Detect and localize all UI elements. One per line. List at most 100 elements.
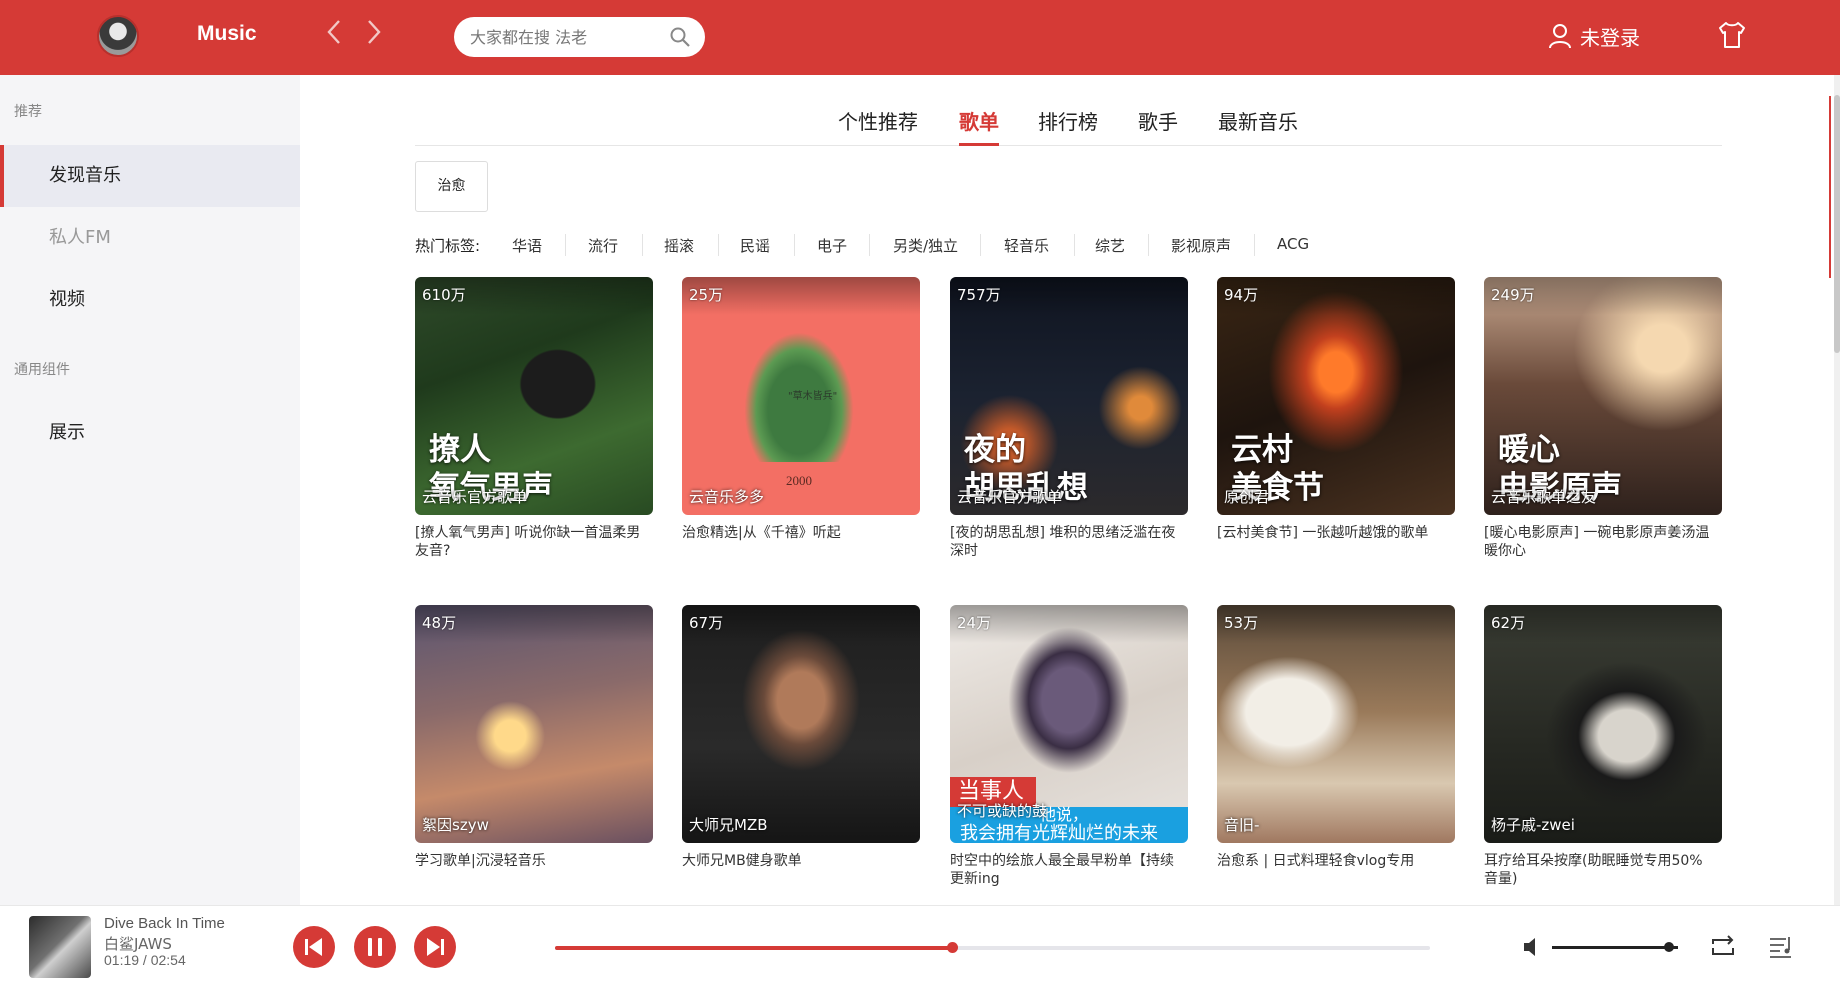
tab-bar: 个性推荐 歌单 排行榜 歌手 最新音乐	[415, 100, 1722, 146]
playlist-cover[interactable]: 当事人 他说， 我会拥有光辉灿烂的未来 24万 不可或缺的鼓	[950, 605, 1188, 843]
search-box	[454, 17, 705, 57]
playlist-card[interactable]: 249万 暖心 电影原声 云音乐歌单之友 [暖心电影原声] 一碗电影原声姜汤温暖…	[1484, 277, 1722, 560]
volume-icon[interactable]	[1521, 935, 1543, 959]
search-input[interactable]	[470, 25, 660, 49]
playlist-cover[interactable]: 67万 大师兄MZB	[682, 605, 920, 843]
back-arrow-icon[interactable]	[320, 18, 348, 54]
playlist-card[interactable]: 48万 絮因szyw 学习歌单|沉浸轻音乐	[415, 605, 653, 870]
progress-handle[interactable]	[947, 942, 959, 953]
playlist-title[interactable]: [夜的胡思乱想] 堆积的思绪泛滥在夜深时	[950, 524, 1182, 560]
shirt-icon[interactable]	[1717, 20, 1747, 50]
search-icon[interactable]	[669, 26, 691, 48]
active-tab-indicator	[959, 143, 999, 146]
play-count: 249万	[1491, 286, 1535, 304]
tag-indie[interactable]: 另类/独立	[893, 235, 958, 256]
scrollbar-thumb[interactable]	[1834, 95, 1840, 353]
play-count: 53万	[1224, 614, 1259, 632]
progress-bar[interactable]	[555, 942, 1430, 953]
tag-soundtrack[interactable]: 影视原声	[1171, 235, 1231, 256]
cover-art-text: "草木皆兵"	[788, 391, 838, 402]
play-count: 610万	[422, 286, 466, 304]
playlist-creator: 不可或缺的鼓	[957, 802, 1048, 820]
playlist-title[interactable]: [暖心电影原声] 一碗电影原声姜汤温暖你心	[1484, 524, 1716, 560]
tab-artists[interactable]: 歌手	[1138, 106, 1178, 135]
tag-divider	[794, 234, 795, 256]
playlist-card[interactable]: 53万 音旧- 治愈系 | 日式料理轻食vlog专用	[1217, 605, 1455, 870]
playlist-card[interactable]: "草木皆兵" 2000 25万 云音乐多多 治愈精选|从《千禧》听起	[682, 277, 920, 542]
next-button[interactable]	[414, 926, 456, 968]
playlist-cover[interactable]: 62万 杨子戚-zwei	[1484, 605, 1722, 843]
sidebar-item-showcase[interactable]: 展示	[0, 402, 300, 464]
playlist-card[interactable]: 610万 撩人 氧气男声 云音乐官方歌单 [撩人氧气男声] 听说你缺一首温柔男友…	[415, 277, 653, 560]
playlist-title[interactable]: 治愈系 | 日式料理轻食vlog专用	[1217, 852, 1449, 870]
avatar[interactable]	[97, 15, 139, 57]
now-playing-cover[interactable]	[29, 916, 91, 978]
prev-icon	[305, 938, 322, 956]
playlist-title[interactable]: 学习歌单|沉浸轻音乐	[415, 852, 647, 870]
playlist-cover[interactable]: 249万 暖心 电影原声 云音乐歌单之友	[1484, 277, 1722, 515]
tag-folk[interactable]: 民谣	[740, 235, 770, 256]
play-count: 94万	[1224, 286, 1259, 304]
tag-acg[interactable]: ACG	[1277, 235, 1309, 253]
tag-variety[interactable]: 综艺	[1095, 235, 1125, 256]
sidebar-item-fm[interactable]: 私人FM	[0, 207, 300, 269]
playlist-cover[interactable]: 610万 撩人 氧气男声 云音乐官方歌单	[415, 277, 653, 515]
playlist-cover[interactable]: "草木皆兵" 2000 25万 云音乐多多	[682, 277, 920, 515]
tag-divider	[869, 234, 870, 256]
play-count: 757万	[957, 286, 1001, 304]
playlist-title[interactable]: [撩人氧气男声] 听说你缺一首温柔男友音?	[415, 524, 647, 560]
login-label: 未登录	[1580, 25, 1640, 50]
tab-new-music[interactable]: 最新音乐	[1218, 106, 1298, 135]
prev-button[interactable]	[293, 926, 335, 968]
sidebar-item-discover[interactable]: 发现音乐	[0, 145, 300, 207]
cover-title-line: 暖心	[1498, 432, 1560, 468]
sidebar-section-recommend: 推荐	[14, 104, 42, 120]
cover-title-line: 夜的	[964, 432, 1026, 468]
playlist-title[interactable]: [云村美食节] 一张越听越饿的歌单	[1217, 524, 1449, 542]
category-button[interactable]: 治愈	[415, 161, 488, 212]
loop-icon[interactable]	[1709, 934, 1737, 960]
tag-light-music[interactable]: 轻音乐	[1004, 235, 1049, 256]
tag-electronic[interactable]: 电子	[817, 235, 847, 256]
playlist-card[interactable]: 62万 杨子戚-zwei 耳疗给耳朵按摩(助眠睡觉专用50%音量)	[1484, 605, 1722, 888]
sidebar-section-components: 通用组件	[14, 362, 70, 378]
playlist-title[interactable]: 大师兄MB健身歌单	[682, 852, 914, 870]
playlist-cover[interactable]: 48万 絮因szyw	[415, 605, 653, 843]
tag-divider	[642, 234, 643, 256]
playlist-creator: 大师兄MZB	[689, 816, 768, 834]
playlist-title[interactable]: 时空中的绘旅人最全最早粉单【持续更新ing	[950, 852, 1182, 888]
playlist-cover[interactable]: 53万 音旧-	[1217, 605, 1455, 843]
cover-title-line: 云村	[1231, 432, 1293, 468]
login-button[interactable]: 未登录	[1548, 20, 1640, 52]
tag-huayu[interactable]: 华语	[512, 235, 542, 256]
playlist-cover[interactable]: 94万 云村 美食节 原创君	[1217, 277, 1455, 515]
playlist-card[interactable]: 757万 夜的 胡思乱想 云音乐官方歌单 [夜的胡思乱想] 堆积的思绪泛滥在夜深…	[950, 277, 1188, 560]
hot-tags-label: 热门标签:	[415, 237, 481, 255]
playlist-creator: 音旧-	[1224, 816, 1260, 834]
playlist-title[interactable]: 治愈精选|从《千禧》听起	[682, 524, 914, 542]
tab-recommend[interactable]: 个性推荐	[838, 106, 918, 135]
tag-pop[interactable]: 流行	[588, 235, 618, 256]
volume-slider[interactable]	[1552, 942, 1678, 952]
play-count: 62万	[1491, 614, 1526, 632]
tab-charts[interactable]: 排行榜	[1038, 106, 1098, 135]
playlist-creator: 云音乐歌单之友	[1491, 488, 1597, 506]
tag-divider	[980, 234, 981, 256]
app-brand: Music	[197, 22, 257, 45]
top-bar: Music 未登录	[0, 0, 1840, 75]
volume-handle[interactable]	[1664, 942, 1675, 952]
progress-fill	[555, 946, 953, 950]
playlist-card[interactable]: 94万 云村 美食节 原创君 [云村美食节] 一张越听越饿的歌单	[1217, 277, 1455, 542]
playlist-card[interactable]: 67万 大师兄MZB 大师兄MB健身歌单	[682, 605, 920, 870]
forward-arrow-icon[interactable]	[360, 18, 388, 54]
tag-rock[interactable]: 摇滚	[664, 235, 694, 256]
pause-button[interactable]	[354, 926, 396, 968]
sidebar-item-video[interactable]: 视频	[0, 269, 300, 331]
playlist-icon[interactable]	[1767, 933, 1795, 961]
scrollbar[interactable]	[1834, 75, 1840, 905]
tab-playlists[interactable]: 歌单	[959, 106, 999, 135]
playlist-cover[interactable]: 757万 夜的 胡思乱想 云音乐官方歌单	[950, 277, 1188, 515]
playlist-title[interactable]: 耳疗给耳朵按摩(助眠睡觉专用50%音量)	[1484, 852, 1716, 888]
playlist-card[interactable]: 当事人 他说， 我会拥有光辉灿烂的未来 24万 不可或缺的鼓 时空中的绘旅人最全…	[950, 605, 1188, 888]
player-bar: Dive Back In Time 白鲨JAWS 01:19 / 02:54	[0, 905, 1840, 985]
